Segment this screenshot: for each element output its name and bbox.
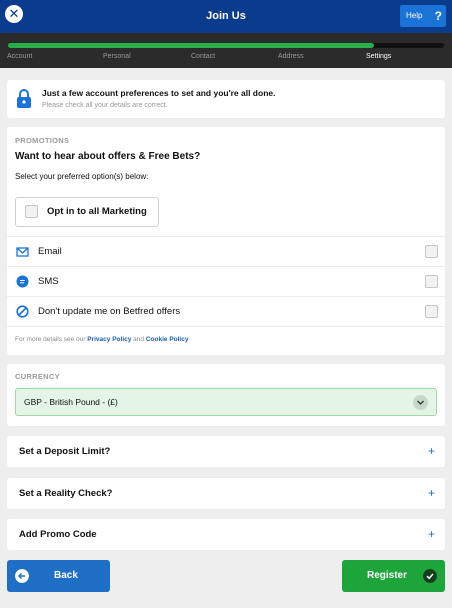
no-updates-checkbox[interactable] [425,305,438,318]
info-title: Just a few account preferences to set an… [42,88,276,98]
chat-bubble-icon [16,275,29,288]
currency-select[interactable]: GBP - British Pound - (£) [15,388,437,416]
policy-text: For more details see our Privacy Policy … [15,336,188,343]
option-email-label: Email [38,246,62,257]
deposit-limit-label: Set a Deposit Limit? [19,446,111,457]
step-personal: Personal [103,53,131,60]
question-icon: ? [434,9,442,23]
step-address: Address [278,53,304,60]
email-checkbox[interactable] [425,245,438,258]
promotions-instruction: Select your preferred option(s) below: [15,172,149,181]
plus-icon: + [427,486,435,500]
optin-label: Opt in to all Marketing [47,206,147,217]
option-sms-label: SMS [38,276,59,287]
promo-code-expander[interactable]: Add Promo Code + [7,519,445,550]
page-title: Join Us [206,10,246,22]
promotions-heading: PROMOTIONS [15,136,70,145]
step-settings: Settings [366,53,392,60]
promotions-card: PROMOTIONS Want to hear about offers & F… [7,127,445,355]
envelope-icon [16,247,29,257]
plus-icon: + [427,527,435,541]
back-label: Back [54,570,78,581]
optin-checkbox[interactable] [25,205,38,218]
currency-heading: CURRENCY [15,372,60,381]
currency-card: CURRENCY GBP - British Pound - (£) [7,364,445,426]
progress-fill [8,43,375,48]
help-label: Help [406,11,423,20]
info-card: Just a few account preferences to set an… [7,80,445,118]
optin-all-marketing[interactable]: Opt in to all Marketing [15,197,159,227]
progress-track [8,43,444,48]
reality-check-expander[interactable]: Set a Reality Check? + [7,478,445,509]
info-subtitle: Please check all your details are correc… [42,102,168,109]
cookie-policy-link[interactable]: Cookie Policy [146,336,189,343]
option-no-updates[interactable]: Don't update me on Betfred offers [7,296,445,326]
plus-icon: + [427,444,435,458]
no-entry-icon [16,305,29,318]
policy-and: and [133,336,145,343]
currency-value: GBP - British Pound - (£) [24,397,118,407]
checkmark-icon [423,569,437,583]
step-contact: Contact [191,53,216,60]
step-account: Account [7,53,33,60]
lock-icon [17,89,31,108]
privacy-policy-link[interactable]: Privacy Policy [87,336,131,343]
help-button[interactable]: Help ? [400,5,446,27]
register-label: Register [367,570,408,581]
option-sms[interactable]: SMS [7,266,445,296]
reality-check-label: Set a Reality Check? [19,488,113,499]
policy-prefix: For more details see our [15,336,86,343]
promotions-question: Want to hear about offers & Free Bets? [15,151,201,162]
promo-code-label: Add Promo Code [19,529,97,540]
header-bar: ✕ Join Us Help ? [0,0,452,33]
back-button[interactable]: Back [7,560,110,592]
register-button[interactable]: Register [342,560,445,592]
chevron-down-icon [413,395,428,410]
option-no-updates-label: Don't update me on Betfred offers [38,306,181,317]
registration-progress: Account Personal Contact Address Setting… [0,33,452,68]
deposit-limit-expander[interactable]: Set a Deposit Limit? + [7,436,445,467]
arrow-left-icon [15,569,29,583]
option-email[interactable]: Email [7,236,445,266]
sms-checkbox[interactable] [425,275,438,288]
